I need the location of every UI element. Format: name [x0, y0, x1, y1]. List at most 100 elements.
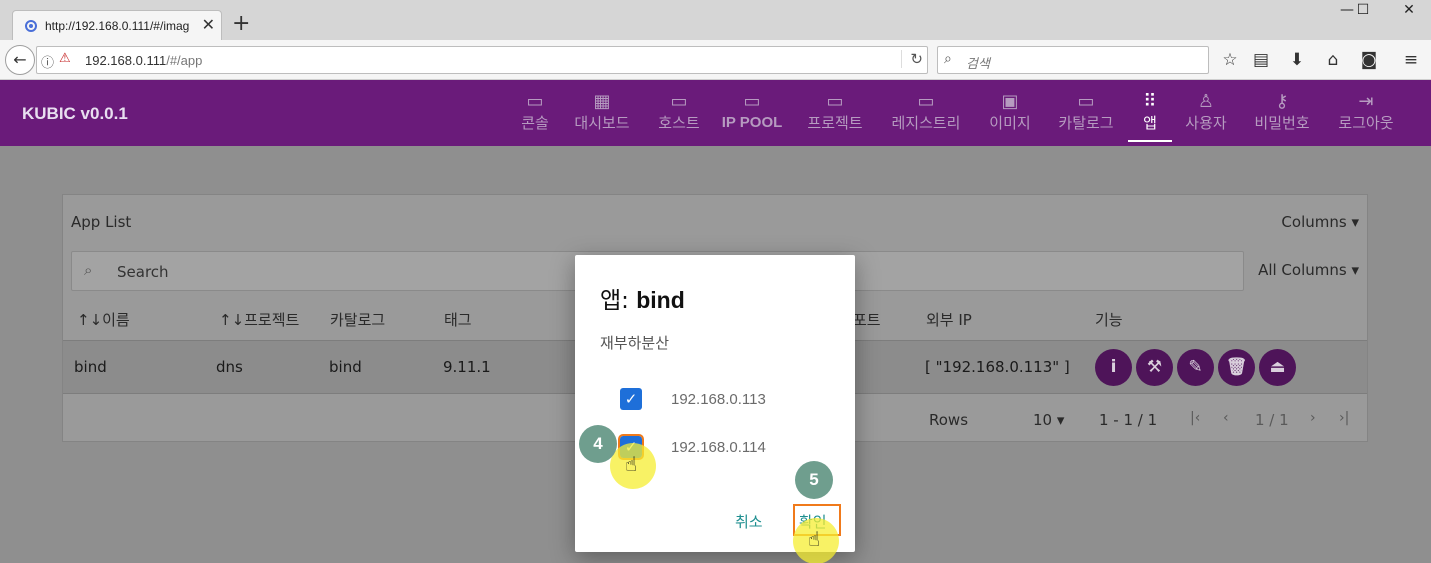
insecure-lock-icon[interactable]: ⚠: [59, 51, 71, 66]
prev-page-icon[interactable]: ‹: [1223, 410, 1229, 426]
cancel-button[interactable]: 취소: [735, 511, 763, 532]
nav-label: 앱: [1143, 114, 1157, 132]
apps-grid-icon: ⠿: [1143, 91, 1157, 112]
cell-tag: 9.11.1: [443, 358, 491, 376]
step-badge-5: 5: [795, 461, 833, 499]
checkbox-label[interactable]: 192.168.0.113: [671, 391, 766, 408]
last-page-icon[interactable]: ›|: [1339, 410, 1349, 426]
search-icon: ⌕: [84, 261, 93, 279]
header-tag: 태그: [444, 311, 472, 329]
pager-range: 1 - 1 / 1: [1099, 411, 1158, 429]
hand-cursor-icon: ☝: [625, 452, 638, 476]
eye-icon: [25, 20, 37, 32]
dialog-title: 앱: bind: [600, 287, 685, 314]
nav-images[interactable]: ▣ 이미지: [984, 90, 1036, 142]
nav-label: IP POOL: [721, 114, 783, 131]
reading-list-icon[interactable]: ▤: [1250, 50, 1272, 70]
browser-tabstrip: http://192.168.0.111/#/imag ✕ + — ☐ ✕: [0, 0, 1431, 41]
browser-tab[interactable]: http://192.168.0.111/#/imag ✕: [12, 10, 222, 41]
reload-icon[interactable]: ↻: [901, 50, 923, 68]
header-actions: 기능: [1095, 311, 1123, 329]
new-tab-button[interactable]: +: [232, 13, 250, 35]
dashboard-icon: ▦: [593, 91, 611, 112]
pocket-icon[interactable]: ◙: [1358, 50, 1380, 70]
trash-icon: 🗑: [1225, 357, 1248, 377]
laptop-icon: ▭: [1077, 91, 1095, 112]
laptop-icon: ▭: [743, 91, 761, 112]
cell-external-ip: [ "192.168.0.113" ]: [925, 358, 1070, 376]
bookmark-star-icon[interactable]: ☆: [1219, 50, 1241, 70]
maximize-icon[interactable]: ☐: [1348, 2, 1378, 18]
app-brand[interactable]: KUBIC v0.0.1: [22, 104, 128, 124]
window-close-icon[interactable]: ✕: [1394, 2, 1424, 18]
nav-users[interactable]: ♙ 사용자: [1180, 90, 1232, 142]
dialog-subtitle: 재부하분산: [600, 334, 670, 352]
rows-per-page-select[interactable]: 10 ▾: [1033, 411, 1064, 429]
hand-cursor-icon: ☝: [808, 527, 821, 551]
info-button[interactable]: i: [1095, 349, 1132, 386]
tab-title: http://192.168.0.111/#/imag: [45, 19, 190, 33]
nav-logout[interactable]: ⇥ 로그아웃: [1330, 90, 1402, 142]
header-catalog: 카탈로그: [330, 311, 386, 329]
settings-button[interactable]: ⚒: [1136, 349, 1173, 386]
next-page-icon[interactable]: ›: [1310, 410, 1316, 426]
laptop-icon: ▭: [917, 91, 935, 112]
edit-button[interactable]: ✎: [1177, 349, 1214, 386]
checkbox-host-113[interactable]: ✓: [620, 388, 642, 410]
rebalance-dialog: 앱: bind 재부하분산 ✓ 192.168.0.113 ✓ 192.168.…: [575, 255, 855, 552]
info-icon[interactable]: ⓘ: [41, 52, 54, 71]
header-external-ip: 외부 IP: [926, 311, 972, 329]
browser-search-input[interactable]: ⌕ 검색: [937, 46, 1209, 74]
nav-registry[interactable]: ▭ 레지스트리: [883, 90, 969, 142]
header-project[interactable]: ↑↓프로젝트: [219, 309, 299, 330]
laptop-icon: ▭: [826, 91, 844, 112]
delete-button[interactable]: 🗑: [1218, 349, 1255, 386]
close-tab-icon[interactable]: ✕: [202, 15, 215, 34]
download-icon[interactable]: ⬇: [1286, 50, 1308, 70]
header-port: 포트: [853, 311, 881, 329]
nav-label: 프로젝트: [807, 114, 863, 132]
rows-label: Rows: [929, 411, 969, 429]
info-icon: i: [1110, 357, 1117, 377]
cell-project: dns: [216, 358, 243, 376]
back-button[interactable]: ←: [5, 45, 35, 75]
columns-button[interactable]: Columns ▾: [1281, 213, 1359, 231]
nav-hosts[interactable]: ▭ 호스트: [651, 90, 707, 142]
logout-icon: ⇥: [1358, 91, 1374, 112]
search-placeholder: 검색: [966, 57, 990, 72]
laptop-icon: ▭: [670, 91, 688, 112]
browser-navbar: ← ⓘ ⚠ 192.168.0.111/#/app ↻ ⌕ 검색 ☆ ▤ ⬇ ⌂…: [0, 40, 1431, 80]
nav-label: 레지스트리: [891, 114, 961, 132]
nav-catalog[interactable]: ▭ 카탈로그: [1050, 90, 1122, 142]
key-icon: ⚷: [1275, 91, 1289, 112]
wrench-icon: ⚒: [1146, 357, 1163, 377]
nav-password[interactable]: ⚷ 비밀번호: [1246, 90, 1318, 142]
url-bar[interactable]: ⓘ ⚠ 192.168.0.111/#/app ↻: [36, 46, 928, 74]
header-name[interactable]: ↑↓이름: [77, 309, 130, 330]
first-page-icon[interactable]: |‹: [1190, 410, 1200, 426]
url-text[interactable]: 192.168.0.111/#/app: [85, 53, 202, 68]
laptop-icon: ▭: [526, 91, 544, 112]
all-columns-button[interactable]: All Columns ▾: [1258, 261, 1359, 279]
nav-label: 호스트: [658, 114, 700, 132]
pencil-icon: ✎: [1188, 357, 1203, 377]
nav-dashboard[interactable]: ▦ 대시보드: [568, 90, 636, 142]
search-placeholder: Search: [117, 263, 169, 281]
nav-label: 비밀번호: [1254, 114, 1310, 132]
nav-label: 대시보드: [574, 114, 630, 132]
menu-icon[interactable]: ≡: [1400, 50, 1422, 70]
app-header: KUBIC v0.0.1 ▭ 콘솔 ▦ 대시보드 ▭ 호스트 ▭ IP POOL…: [0, 80, 1431, 146]
card-title: App List: [71, 213, 132, 231]
image-icon: ▣: [1001, 91, 1019, 112]
nav-console[interactable]: ▭ 콘솔: [514, 90, 556, 142]
nav-apps[interactable]: ⠿ 앱: [1128, 90, 1172, 142]
nav-ip-pool[interactable]: ▭ IP POOL: [718, 90, 786, 142]
person-icon: ♙: [1197, 91, 1215, 112]
nav-projects[interactable]: ▭ 프로젝트: [799, 90, 871, 142]
nav-label: 로그아웃: [1338, 114, 1394, 132]
nav-label: 이미지: [989, 114, 1031, 132]
eject-button[interactable]: ⏏: [1259, 349, 1296, 386]
checkbox-label[interactable]: 192.168.0.114: [671, 439, 766, 456]
home-icon[interactable]: ⌂: [1322, 50, 1344, 70]
eject-icon: ⏏: [1269, 357, 1286, 377]
